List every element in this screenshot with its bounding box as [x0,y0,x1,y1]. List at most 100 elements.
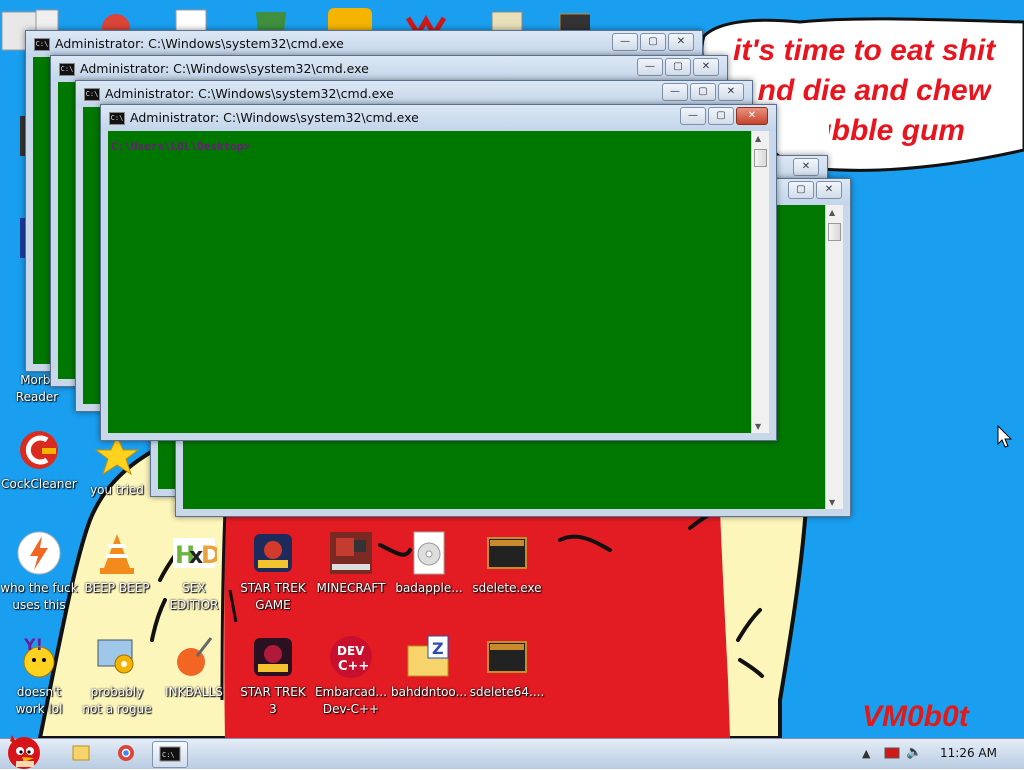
close-button[interactable]: ✕ [718,83,744,101]
cmd-window-front[interactable]: C:\ Administrator: C:\Windows\system32\c… [100,104,777,441]
scroll-thumb[interactable] [754,149,767,167]
close-button[interactable]: ✕ [668,33,694,51]
star-wars-icon [250,634,296,680]
scroll-down-arrow[interactable]: ▼ [829,498,835,507]
clock[interactable]: 11:26 AM [940,746,997,760]
vertical-scrollbar[interactable]: ▲ ▼ [751,131,769,433]
window-title: Administrator: C:\Windows\system32\cmd.e… [105,86,394,101]
maximize-button[interactable]: ▢ [708,107,734,125]
desktop-icon-inkballs[interactable]: INKBALLS [153,634,235,701]
winamp-icon [16,530,62,576]
volume-icon[interactable]: 🔈 [906,745,922,760]
desktop-icon-winamp[interactable]: who the fuck uses this [0,530,80,614]
close-button[interactable]: ✕ [793,158,819,176]
desktop-icon-label: CockCleaner [1,477,77,491]
cmd-icon: C:\ [59,63,75,76]
window-titlebar[interactable]: C:\ Administrator: C:\Windows\system32\c… [26,31,702,57]
svg-text:Y!: Y! [23,635,43,654]
explorer-icon [72,745,90,761]
desktop-icon-cockcleaner[interactable]: CockCleaner [0,426,80,493]
scroll-thumb[interactable] [828,223,841,241]
desktop-icon-yahoo-messenger[interactable]: Y! doesn't work lol [0,634,80,718]
taskbar: C:\ ▲ 🔈 11:26 AM [0,735,1024,769]
svg-text:D: D [201,541,217,569]
signature-text: VM0b0t [862,700,969,733]
scroll-down-arrow[interactable]: ▼ [755,422,761,431]
desktop-icon-label: probably not a rogue [82,685,152,716]
desktop-icon-label: INKBALLS [165,685,223,699]
maximize-button[interactable]: ▢ [690,83,716,101]
flag-icon[interactable] [884,747,900,761]
desktop: it's time to eat shit and die and chew b… [0,0,1024,738]
exe-icon [484,634,530,680]
desktop-icon-label: BEEP BEEP [84,581,150,595]
minimize-button[interactable]: — [680,107,706,125]
taskbar-chrome-button[interactable] [109,741,143,766]
desktop-icon-minecraft[interactable]: MINECRAFT [310,530,392,597]
show-hidden-icons-icon[interactable]: ▲ [862,747,870,760]
desktop-icon-label: bahddntoo... [390,685,468,699]
minecraft-icon [328,530,374,576]
mouse-cursor-icon [997,425,1013,448]
desktop-icon-sdelete[interactable]: sdelete.exe [466,530,548,597]
desktop-icon-star-trek-3[interactable]: STAR TREK 3 [232,634,314,718]
desktop-icon-label: who the fuck uses this [0,581,78,612]
taskbar-explorer-button[interactable] [64,741,98,766]
maximize-button[interactable]: ▢ [665,58,691,76]
desktop-icon-dev-cpp[interactable]: DEV C++ Embarcad... Dev-C++ [310,634,392,718]
bubble-text-line-2: and die and chew [741,74,992,107]
close-button[interactable]: ✕ [816,181,842,199]
desktop-icon-label: SEX EDITIOR [169,581,219,612]
desktop-icon-label: badapple... [395,581,463,595]
minimize-button[interactable]: — [662,83,688,101]
minimize-button[interactable]: — [637,58,663,76]
maximize-button[interactable]: ▢ [640,33,666,51]
window-title: Administrator: C:\Windows\system32\cmd.e… [80,61,369,76]
scroll-up-arrow[interactable]: ▲ [829,208,835,217]
window-titlebar[interactable]: C:\ Administrator: C:\Windows\system32\c… [101,105,776,131]
vlc-icon [94,530,140,576]
svg-text:Z: Z [432,639,444,658]
console-area[interactable]: C:\Users\LOL\Desktop> [108,131,752,433]
angry-bird-start-icon[interactable] [0,731,52,769]
zip-folder-icon: Z [406,634,452,680]
desktop-icon-bahddntoo[interactable]: Z bahddntoo... [388,634,470,701]
cmd-icon: C:\ [109,112,125,125]
desktop-icon-label: MINECRAFT [316,581,386,595]
bubble-text-line-1: it's time to eat shit [733,34,996,67]
hxd-icon: HxD [171,530,221,576]
desktop-icon-label: sdelete64.... [469,685,545,699]
cmd-icon: C:\ [159,746,181,762]
maximize-button[interactable]: ▢ [788,181,814,199]
console-prompt: C:\Users\LOL\Desktop> [111,140,251,153]
exe-icon [484,530,530,576]
desktop-icon-beep-beep[interactable]: BEEP BEEP [76,530,158,597]
disc-icon [406,530,452,576]
svg-text:C:\: C:\ [162,751,175,759]
taskbar-cmd-button[interactable]: C:\ [152,741,188,768]
cmd-icon: C:\ [84,88,100,101]
close-button[interactable]: ✕ [736,107,768,125]
cmd-icon: C:\ [34,38,50,51]
inkball-icon [171,634,217,680]
svg-text:DEV: DEV [337,644,365,658]
vertical-scrollbar[interactable]: ▲ ▼ [825,205,843,509]
desktop-icon-label: STAR TREK GAME [240,581,306,612]
desktop-icon-label: Embarcad... Dev-C++ [315,685,387,716]
star-wars-icon [250,530,296,576]
svg-text:C++: C++ [338,659,369,674]
ccleaner-icon [16,426,62,472]
yahoo-messenger-icon: Y! [16,634,62,680]
devcpp-icon: DEV C++ [328,634,374,680]
desktop-icon-probably-not-a-rogue[interactable]: probably not a rogue [76,634,158,718]
window-titlebar[interactable]: C:\ Administrator: C:\Windows\system32\c… [51,56,727,82]
desktop-icon-sex-editior[interactable]: HxD SEX EDITIOR [153,530,235,614]
desktop-icon-badapple[interactable]: badapple... [388,530,470,597]
desktop-icon-star-trek-game[interactable]: STAR TREK GAME [232,530,314,614]
desktop-icon-label: doesn't work lol [15,685,63,716]
close-button[interactable]: ✕ [693,58,719,76]
minimize-button[interactable]: — [612,33,638,51]
scroll-up-arrow[interactable]: ▲ [755,134,761,143]
chrome-icon [118,745,134,761]
desktop-icon-sdelete64[interactable]: sdelete64.... [466,634,548,701]
